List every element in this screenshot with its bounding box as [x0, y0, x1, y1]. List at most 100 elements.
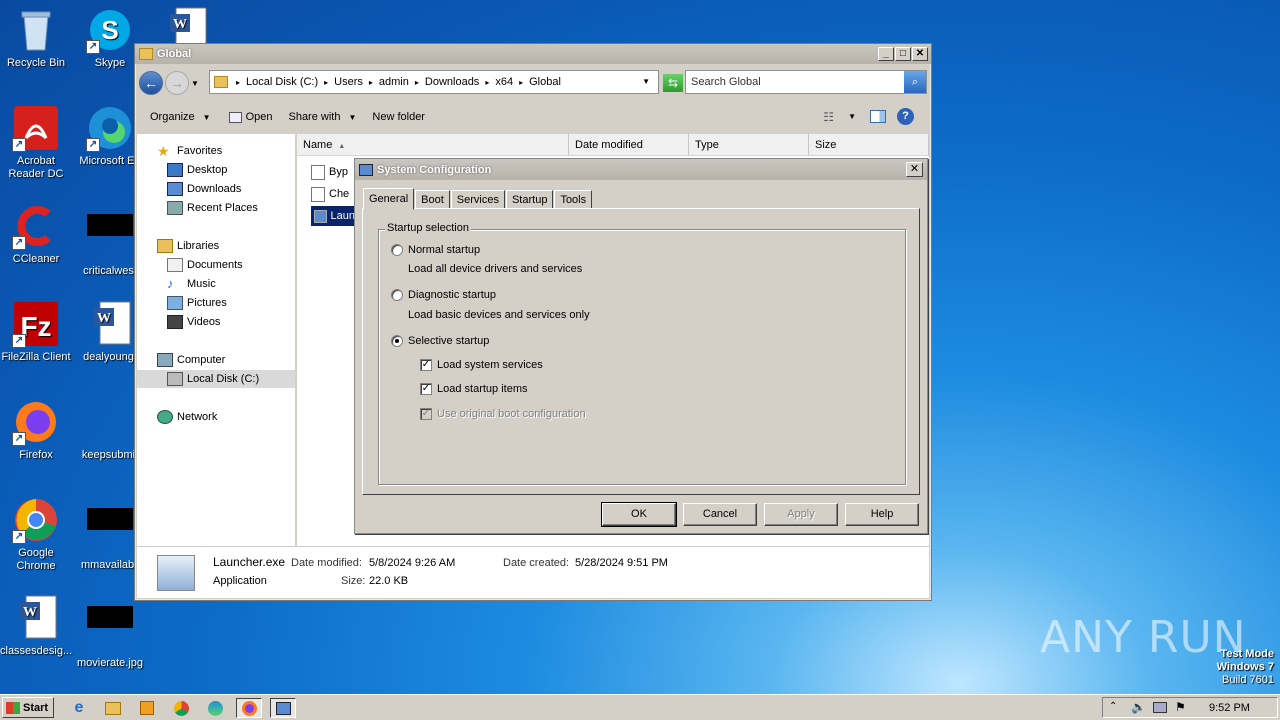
breadcrumb-global[interactable]: Global — [529, 76, 561, 88]
open-label: Open — [245, 111, 273, 123]
breadcrumb-users[interactable]: Users — [334, 76, 363, 88]
desktop-icon-firefox[interactable]: ↗ Firefox — [0, 398, 72, 462]
volume-icon[interactable]: 🔈 — [1131, 700, 1146, 714]
file-row-selected[interactable]: Laun — [311, 206, 355, 226]
option-label: Normal startup — [408, 244, 481, 256]
tab-boot[interactable]: Boot — [415, 190, 450, 209]
breadcrumb-local-disk[interactable]: Local Disk (C:) — [246, 76, 318, 88]
search-input[interactable]: Search Global ⌕ — [685, 70, 927, 94]
nav-computer[interactable]: Computer — [137, 351, 295, 369]
nav-pictures[interactable]: Pictures — [137, 294, 295, 312]
address-dropdown-icon[interactable]: ▼ — [642, 77, 650, 86]
desktop-icon-chrome[interactable]: ↗ Google Chrome — [0, 496, 72, 573]
address-bar[interactable]: ▸ Local Disk (C:) ▸ Users ▸ admin ▸ Down… — [209, 70, 659, 94]
taskbar-msconfig-icon[interactable] — [270, 698, 296, 718]
view-options-icon[interactable]: ☷ — [823, 110, 834, 124]
taskbar-explorer-icon[interactable] — [100, 698, 126, 718]
desktop-icon-filezilla[interactable]: Fz ↗ FileZilla Client — [0, 300, 72, 364]
group-title: Startup selection — [385, 222, 471, 234]
folder-icon — [139, 48, 153, 60]
cancel-button[interactable]: Cancel — [683, 503, 757, 526]
nav-music[interactable]: ♪ Music — [137, 275, 295, 293]
option-label: Use original boot configuration — [437, 408, 586, 420]
details-size-label: Size: — [341, 575, 366, 587]
nav-recent-places[interactable]: Recent Places — [137, 199, 295, 217]
system-configuration-dialog[interactable]: System Configuration ✕ General Boot Serv… — [354, 158, 928, 534]
nav-downloads[interactable]: Downloads — [137, 180, 295, 198]
preview-pane-icon[interactable] — [870, 110, 886, 123]
file-name: Laun — [330, 210, 355, 222]
network-status-icon[interactable] — [1153, 702, 1167, 713]
file-row[interactable]: Che — [311, 184, 349, 204]
dialog-close-button[interactable]: ✕ — [906, 162, 923, 177]
nav-label: Videos — [187, 316, 221, 328]
share-with-button[interactable]: Share with ▼ — [282, 104, 366, 130]
close-button[interactable]: ✕ — [912, 47, 928, 61]
details-filename: Launcher.exe — [213, 555, 286, 569]
use-original-boot-config-checkbox[interactable]: ✓ Use original boot configuration — [420, 408, 586, 420]
taskbar-ie-icon[interactable]: e — [66, 698, 92, 718]
tab-tools[interactable]: Tools — [554, 190, 593, 209]
taskbar-edge-icon[interactable] — [202, 698, 228, 718]
help-button[interactable]: Help — [845, 503, 919, 526]
action-center-flag-icon[interactable]: ⚑ — [1175, 700, 1186, 714]
option-label: Selective startup — [408, 335, 490, 347]
nav-label: Documents — [187, 259, 243, 271]
new-folder-button[interactable]: New folder — [366, 104, 435, 130]
nav-network[interactable]: Network — [137, 408, 295, 426]
svg-text:S: S — [101, 15, 118, 45]
selective-startup-radio[interactable]: Selective startup — [391, 335, 489, 347]
column-size[interactable]: Size — [809, 134, 929, 156]
breadcrumb-downloads[interactable]: Downloads — [425, 76, 479, 88]
desktop-icon-movierate[interactable]: movierate.jpg — [74, 594, 146, 670]
help-icon[interactable]: ? — [897, 108, 914, 125]
tab-startup[interactable]: Startup — [505, 190, 554, 209]
apply-button[interactable]: Apply — [764, 503, 838, 526]
normal-startup-radio[interactable]: Normal startup — [391, 244, 480, 256]
desktop-icon-acrobat[interactable]: ↗ Acrobat Reader DC — [0, 104, 72, 181]
desktop-icon-ccleaner[interactable]: ↗ CCleaner — [0, 202, 72, 266]
taskbar-chrome-icon[interactable] — [168, 698, 194, 718]
search-icon[interactable]: ⌕ — [904, 71, 926, 93]
open-button[interactable]: Open — [221, 104, 283, 130]
breadcrumb-admin[interactable]: admin — [379, 76, 409, 88]
taskbar: Start e ⌃ 🔈 ⚑ 9:52 PM — [0, 694, 1280, 720]
load-startup-items-checkbox[interactable]: ✓ Load startup items — [420, 383, 528, 395]
maximize-button[interactable]: □ — [895, 47, 911, 61]
recent-pages-chevron-icon[interactable]: ▼ — [191, 79, 199, 88]
desktop-icon-recycle-bin[interactable]: Recycle Bin — [0, 6, 72, 70]
explorer-titlebar[interactable]: Global — [135, 44, 931, 64]
chevron-down-icon[interactable]: ▼ — [848, 112, 856, 121]
minimize-button[interactable]: _ — [878, 47, 894, 61]
nav-desktop[interactable]: Desktop — [137, 161, 295, 179]
tab-services[interactable]: Services — [450, 190, 505, 209]
tab-general[interactable]: General — [363, 188, 415, 210]
forward-button[interactable]: → — [165, 71, 189, 95]
organize-button[interactable]: Organize ▼ — [136, 104, 221, 130]
column-date-modified[interactable]: Date modified — [569, 134, 689, 156]
column-name[interactable]: Name ▲ — [297, 134, 569, 156]
load-system-services-checkbox[interactable]: ✓ Load system services — [420, 359, 543, 371]
start-button[interactable]: Start — [2, 697, 54, 718]
taskbar-firefox-icon[interactable] — [236, 698, 262, 718]
clock[interactable]: 9:52 PM — [1209, 702, 1250, 714]
nav-documents[interactable]: Documents — [137, 256, 295, 274]
column-type[interactable]: Type — [689, 134, 809, 156]
nav-videos[interactable]: Videos — [137, 313, 295, 331]
dialog-titlebar[interactable]: System Configuration — [355, 159, 927, 180]
start-label: Start — [23, 701, 49, 714]
ok-button[interactable]: OK — [601, 502, 677, 527]
file-row[interactable]: Byp — [311, 162, 348, 182]
taskbar-media-player-icon[interactable] — [134, 698, 160, 718]
nav-local-disk[interactable]: Local Disk (C:) — [137, 370, 295, 388]
breadcrumb-x64[interactable]: x64 — [495, 76, 513, 88]
sort-ascending-icon: ▲ — [338, 143, 346, 150]
nav-favorites[interactable]: ★ Favorites — [137, 142, 295, 160]
nav-libraries[interactable]: Libraries — [137, 237, 295, 255]
diagnostic-startup-radio[interactable]: Diagnostic startup — [391, 289, 496, 301]
show-hidden-icons-icon[interactable]: ⌃ — [1109, 701, 1117, 712]
desktop-icon-classesdesig[interactable]: W classesdesig... — [0, 594, 72, 658]
back-button[interactable]: ← — [139, 71, 163, 95]
refresh-button[interactable]: ⇆ — [663, 74, 683, 92]
nav-label: Computer — [177, 354, 226, 366]
